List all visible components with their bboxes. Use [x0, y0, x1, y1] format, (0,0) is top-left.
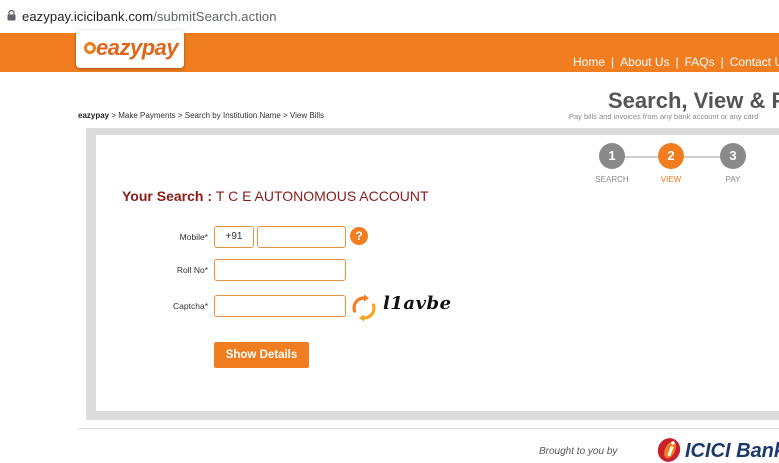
nav-home[interactable]: Home [573, 55, 605, 69]
step-1-circle: 1 [599, 143, 625, 169]
eazypay-logo[interactable]: eazypay [76, 30, 184, 68]
roll-no-label: Roll No* [176, 265, 208, 275]
logo-text: eazypay [96, 35, 179, 60]
refresh-captcha-icon[interactable] [349, 293, 379, 323]
help-icon[interactable]: ? [350, 227, 368, 245]
step-3-circle: 3 [720, 143, 746, 169]
step-2-circle: 2 [658, 143, 684, 169]
brought-by-text: Brought to you by [539, 446, 618, 457]
search-prefix: Your Search : [122, 188, 216, 204]
icici-bank-wordmark: ICICI Bank [685, 440, 779, 463]
breadcrumb-trail: > Make Payments > Search by Institution … [109, 111, 324, 120]
roll-no-input[interactable] [214, 259, 346, 281]
nav-separator: | [720, 55, 724, 69]
show-details-button[interactable]: Show Details [214, 342, 309, 368]
nav-separator: | [675, 55, 679, 69]
nav-contact-us[interactable]: Contact Us [730, 55, 779, 69]
captcha-image-text: l1avbe [383, 293, 452, 314]
captcha-label: Captcha* [173, 301, 208, 311]
search-summary: Your Search : T C E AUTONOMOUS ACCOUNT [122, 188, 429, 204]
breadcrumb-root[interactable]: eazypay [78, 111, 109, 120]
mobile-code-field: +91 [214, 226, 254, 248]
step-connector [624, 156, 660, 158]
footer-divider [78, 428, 779, 429]
mobile-label: Mobile* [179, 232, 208, 242]
step-2-label: VIEW [660, 175, 682, 184]
url-host: eazypay.icicibank.com [22, 9, 154, 24]
icici-logo-icon [657, 438, 681, 462]
nav-separator: | [611, 55, 615, 69]
page-title: Search, View & Pay [608, 88, 779, 113]
url-text[interactable]: eazypay.icicibank.com/submitSearch.actio… [22, 9, 277, 24]
icici-text: ICICI [685, 440, 731, 462]
captcha-input[interactable] [214, 295, 346, 317]
page-subtitle: Pay bills and invoices from any bank acc… [569, 112, 759, 121]
step-3-label: PAY [725, 175, 741, 184]
url-path: /submitSearch.action [153, 9, 277, 24]
browser-address-bar[interactable]: eazypay.icicibank.com/submitSearch.actio… [0, 0, 779, 34]
breadcrumb: eazypay > Make Payments > Search by Inst… [78, 111, 324, 120]
lock-icon [7, 10, 16, 21]
step-connector [684, 156, 720, 158]
bank-text: Bank [736, 440, 779, 462]
nav-faqs[interactable]: FAQs [685, 55, 715, 69]
logo-badge-icon [84, 42, 96, 54]
top-nav: Home | About Us | FAQs | Contact Us [573, 55, 779, 69]
nav-about-us[interactable]: About Us [620, 55, 669, 69]
step-1-label: SEARCH [595, 175, 629, 184]
search-value: T C E AUTONOMOUS ACCOUNT [215, 188, 429, 204]
mobile-input[interactable] [257, 226, 346, 248]
